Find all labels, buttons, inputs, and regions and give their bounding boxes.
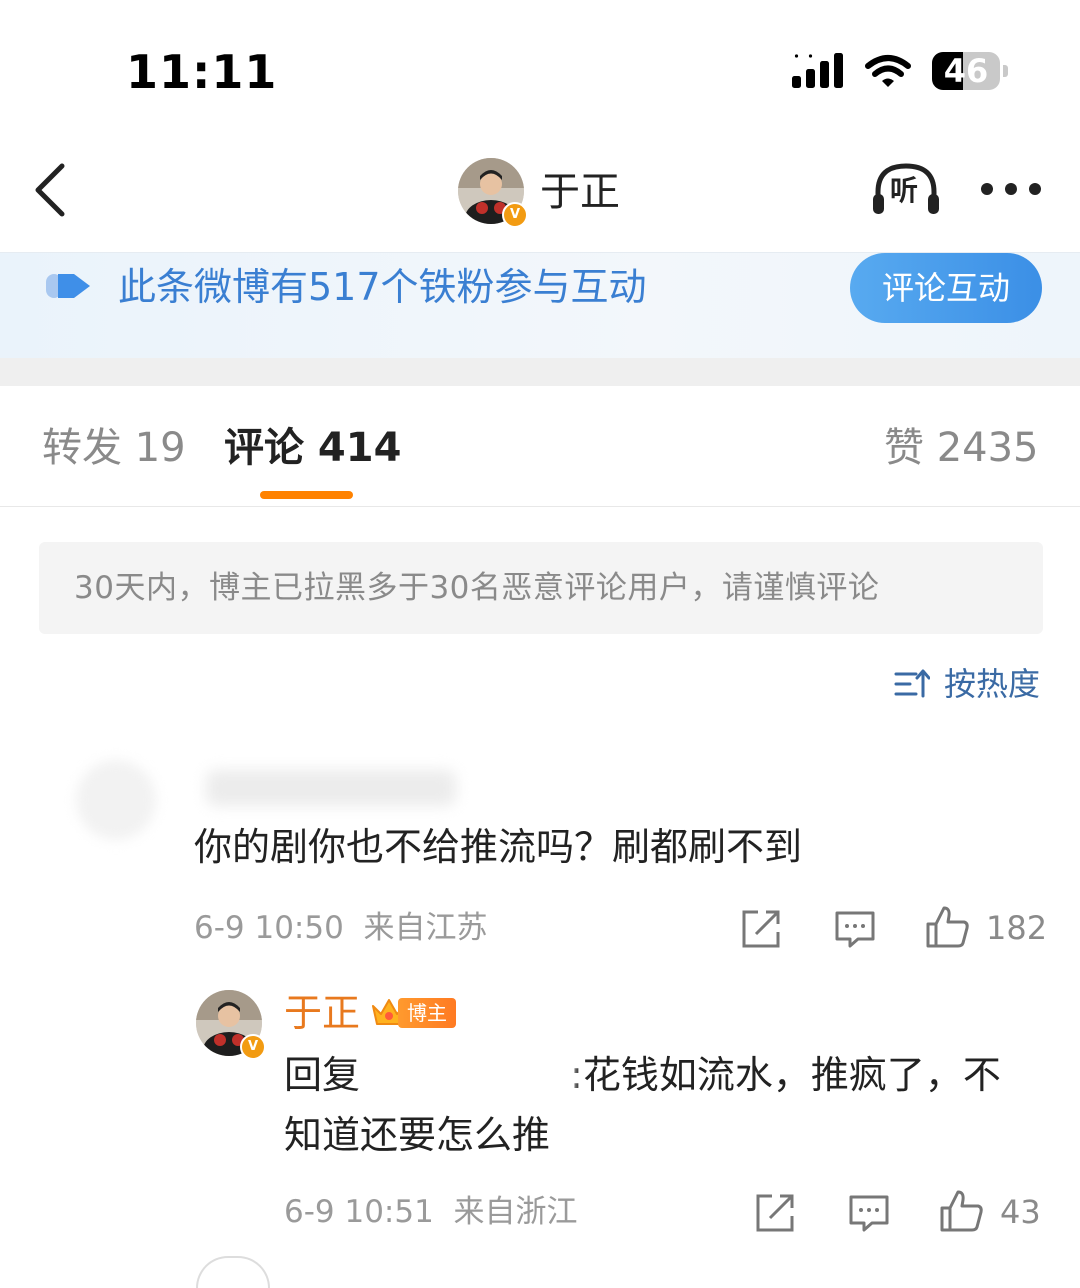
status-time: 11:11 — [126, 45, 278, 99]
play-arrow-icon — [46, 274, 90, 298]
share-icon[interactable] — [754, 1192, 796, 1234]
header-avatar[interactable]: V — [458, 158, 528, 228]
more-options-icon[interactable] — [978, 176, 1044, 202]
reply-location: 来自浙江 — [453, 1194, 578, 1230]
sort-icon — [894, 669, 930, 698]
sort-label: 按热度 — [944, 665, 1041, 703]
reply-comment-icon[interactable] — [834, 908, 876, 950]
like-thumb-icon[interactable] — [924, 904, 970, 950]
banner-text: 此条微博有517个铁粉参与互动 — [118, 265, 647, 309]
tab-comments[interactable]: 评论 414 — [224, 420, 401, 476]
reply-prefix: 回复 — [284, 1053, 361, 1097]
comment-interact-button[interactable]: 评论互动 — [850, 253, 1042, 323]
header-username[interactable]: 于正 — [540, 166, 620, 218]
comment-time: 6-9 10:50 来自江苏 — [194, 910, 488, 946]
host-badge-label: 博主 — [398, 998, 456, 1028]
cellular-signal-icon — [792, 53, 843, 88]
active-tab-indicator — [260, 491, 353, 499]
listen-button[interactable]: 听 — [870, 160, 942, 220]
tab-reposts[interactable]: 转发 19 — [42, 420, 186, 476]
reply-like-count: 43 — [1000, 1193, 1041, 1231]
reply-text: :花钱如流水，推疯了，不 — [570, 1053, 1001, 1097]
reply-username[interactable]: 于正 — [284, 988, 360, 1038]
reply-time: 6-9 10:51 来自浙江 — [284, 1194, 578, 1230]
like-thumb-icon[interactable] — [938, 1188, 984, 1234]
wifi-icon — [865, 55, 911, 87]
battery-indicator: 46 — [932, 52, 1008, 90]
host-badge: 博主 — [370, 994, 458, 1030]
commenter-avatar[interactable] — [76, 760, 156, 840]
tab-likes[interactable]: 赞 2435 — [884, 420, 1039, 476]
commenter-name[interactable] — [206, 770, 456, 806]
next-comment-avatar[interactable] — [196, 1256, 270, 1288]
reply-text-line2: 知道还要怎么推 — [284, 1113, 551, 1157]
comment-text: 你的剧你也不给推流吗？刷都刷不到 — [194, 825, 803, 869]
redacted-username — [364, 1058, 574, 1102]
reply-comment-icon[interactable] — [848, 1192, 890, 1234]
listen-label: 听 — [890, 174, 919, 207]
reply-avatar[interactable]: V — [196, 990, 266, 1060]
section-divider — [0, 358, 1080, 386]
back-arrow-icon[interactable] — [30, 160, 70, 220]
comment-like-count: 182 — [986, 909, 1048, 947]
share-icon[interactable] — [740, 908, 782, 950]
tabs-divider — [0, 506, 1080, 507]
comment-location: 来自江苏 — [363, 910, 488, 946]
notice-text: 30天内，博主已拉黑多于30名恶意评论用户，请谨慎评论 — [74, 570, 880, 606]
